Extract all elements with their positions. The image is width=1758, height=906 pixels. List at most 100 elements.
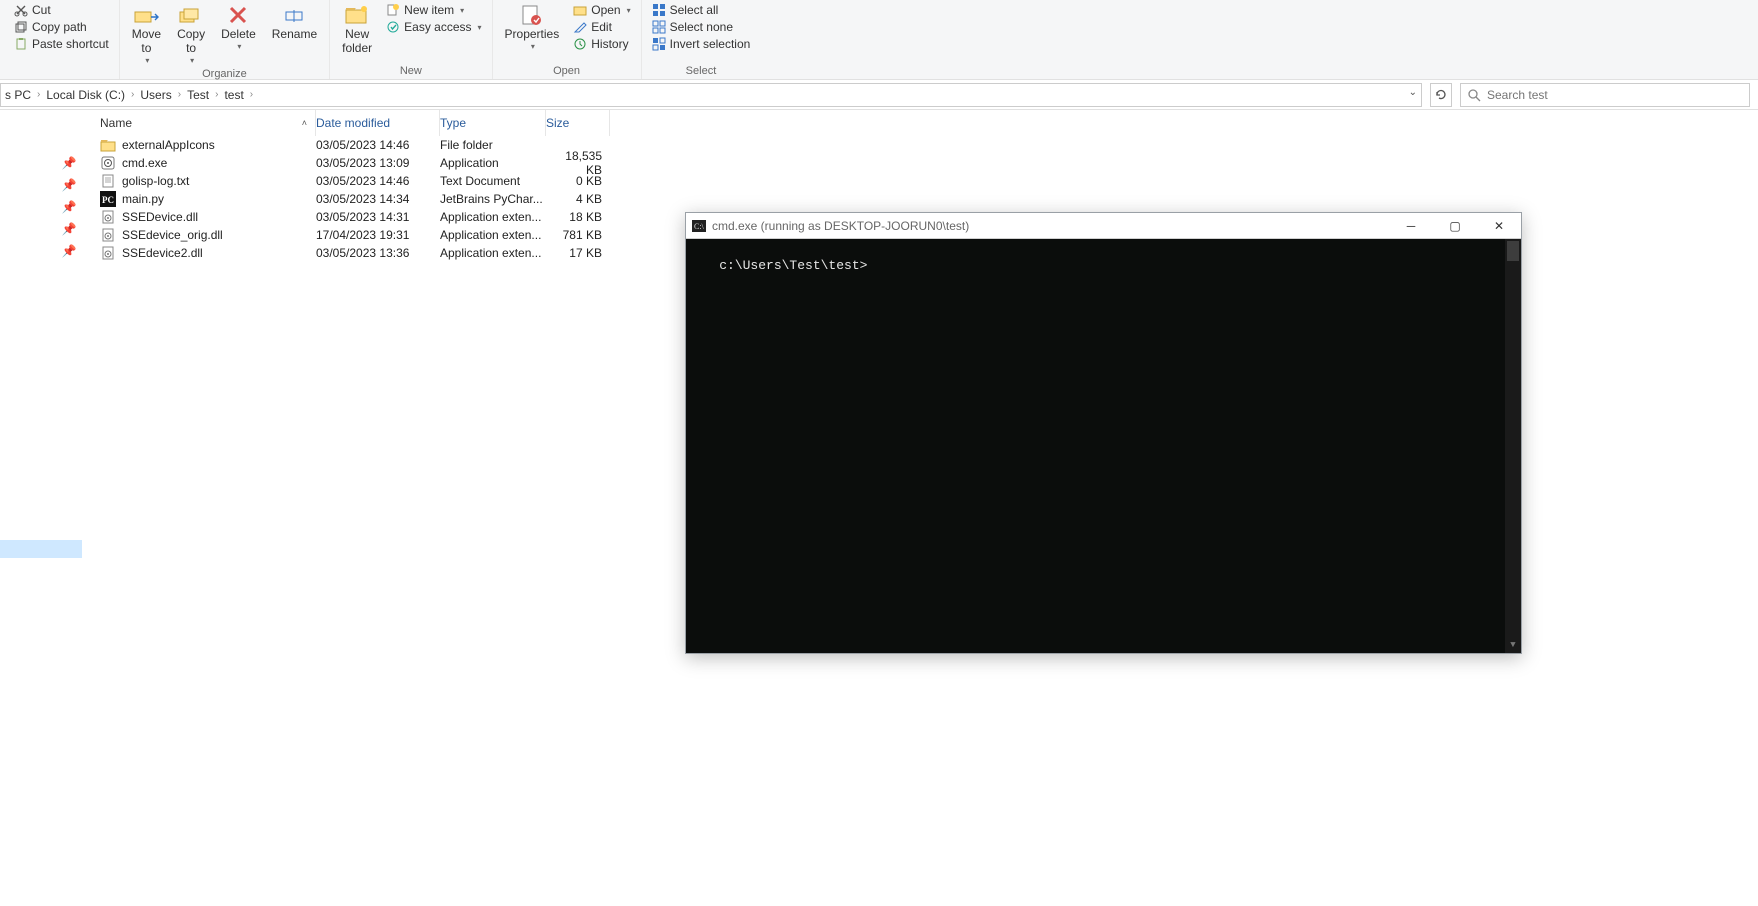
organize-group-label: Organize (202, 67, 247, 82)
invert-selection-label: Invert selection (670, 37, 751, 51)
cmd-titlebar[interactable]: C:\ cmd.exe (running as DESKTOP-JOORUN0\… (686, 213, 1521, 239)
new-folder-label: New folder (342, 27, 372, 55)
close-button[interactable]: ✕ (1477, 213, 1521, 239)
file-row[interactable]: golisp-log.txt03/05/2023 14:46Text Docum… (90, 172, 1758, 190)
ribbon-group-select: Select all Select none Invert selection … (641, 0, 761, 79)
chevron-down-icon: ▾ (478, 23, 482, 32)
new-item-button[interactable]: New item ▾ (382, 2, 485, 18)
chevron-right-icon: › (131, 89, 134, 100)
maximize-button[interactable]: ▢ (1433, 213, 1477, 239)
move-to-button[interactable]: Move to ▾ (126, 2, 167, 67)
breadcrumb-item[interactable]: Local Disk (C:)› (46, 88, 134, 102)
chevron-down-icon: ▾ (460, 6, 464, 15)
open-icon (573, 3, 587, 17)
scroll-thumb[interactable] (1507, 241, 1519, 261)
chevron-right-icon: › (178, 89, 181, 100)
cmd-window[interactable]: C:\ cmd.exe (running as DESKTOP-JOORUN0\… (685, 212, 1522, 654)
pin-icon: 📌 (62, 176, 76, 194)
file-row[interactable]: externalAppIcons03/05/2023 14:46File fol… (90, 136, 1758, 154)
cmd-window-controls: ─ ▢ ✕ (1389, 213, 1521, 239)
pin-icon: 📌 (62, 220, 76, 238)
file-date: 03/05/2023 14:46 (316, 174, 440, 188)
delete-button[interactable]: Delete ▾ (215, 2, 262, 53)
file-list-header: Name ˄ Date modified Type Size (90, 110, 1758, 136)
file-date: 17/04/2023 19:31 (316, 228, 440, 242)
rename-button[interactable]: Rename (266, 2, 323, 43)
edit-button[interactable]: Edit (569, 19, 634, 35)
select-all-button[interactable]: Select all (648, 2, 755, 18)
cmd-terminal[interactable]: c:\Users\Test\test> ▲ ▼ (686, 239, 1521, 653)
breadcrumb-dropdown[interactable]: ⌄ (1409, 87, 1417, 98)
ribbon-group-organize: Move to ▾ Copy to ▾ Delete ▾ (119, 0, 329, 79)
properties-label: Properties (505, 27, 560, 41)
column-header-label: Date modified (316, 116, 390, 130)
column-header-label: Type (440, 116, 466, 130)
copy-path-button[interactable]: Copy path (10, 19, 113, 35)
breadcrumb-label: test (224, 88, 243, 102)
paste-shortcut-button[interactable]: Paste shortcut (10, 36, 113, 52)
column-header-size[interactable]: Size (546, 110, 610, 136)
select-none-label: Select none (670, 20, 733, 34)
column-header-name[interactable]: Name ˄ (90, 110, 316, 136)
file-type: Application exten... (440, 246, 546, 260)
new-folder-button[interactable]: New folder (336, 2, 378, 57)
chevron-down-icon: ▾ (145, 56, 149, 65)
nav-selected-item[interactable] (0, 540, 82, 558)
breadcrumb-item[interactable]: test› (224, 88, 253, 102)
ribbon: Cut Copy path Paste shortcut (0, 0, 1758, 80)
invert-selection-button[interactable]: Invert selection (648, 36, 755, 52)
history-button[interactable]: History (569, 36, 634, 52)
breadcrumb[interactable]: s PC› Local Disk (C:)› Users› Test › test… (0, 83, 1422, 107)
history-icon (573, 37, 587, 51)
file-type: Application exten... (440, 228, 546, 242)
select-all-icon (652, 3, 666, 17)
refresh-icon (1434, 88, 1448, 102)
address-bar: s PC› Local Disk (C:)› Users› Test › test… (0, 80, 1758, 110)
properties-button[interactable]: Properties ▾ (499, 2, 566, 53)
breadcrumb-item[interactable]: s PC› (5, 88, 40, 102)
open-button[interactable]: Open ▾ (569, 2, 634, 18)
file-row[interactable]: cmd.exe03/05/2023 13:09Application18,535… (90, 154, 1758, 172)
chevron-right-icon: › (215, 89, 218, 100)
cut-icon (14, 3, 28, 17)
easy-access-button[interactable]: Easy access ▾ (382, 19, 485, 35)
file-size: 0 KB (546, 174, 610, 188)
delete-icon (227, 4, 249, 26)
history-label: History (591, 37, 628, 51)
cmd-icon: C:\ (692, 220, 706, 232)
file-icon (100, 155, 116, 171)
file-type: Text Document (440, 174, 546, 188)
select-group-label: Select (686, 64, 717, 79)
file-name: cmd.exe (122, 156, 167, 170)
select-all-label: Select all (670, 3, 719, 17)
new-group-label: New (400, 64, 422, 79)
cmd-scrollbar[interactable]: ▲ ▼ (1505, 239, 1521, 653)
file-name: externalAppIcons (122, 138, 215, 152)
file-date: 03/05/2023 14:34 (316, 192, 440, 206)
file-type: Application exten... (440, 210, 546, 224)
breadcrumb-item[interactable]: Users› (140, 88, 181, 102)
file-icon (100, 173, 116, 189)
column-header-date[interactable]: Date modified (316, 110, 440, 136)
search-input[interactable] (1487, 88, 1743, 102)
select-none-button[interactable]: Select none (648, 19, 755, 35)
scroll-down-icon[interactable]: ▼ (1505, 637, 1521, 653)
breadcrumb-item[interactable]: Test › (187, 88, 218, 102)
copy-to-button[interactable]: Copy to ▾ (171, 2, 211, 67)
cmd-prompt: c:\Users\Test\test> (719, 258, 867, 273)
svg-text:C:\: C:\ (694, 222, 705, 231)
chevron-down-icon: ▾ (531, 42, 535, 51)
rename-icon (283, 4, 305, 26)
breadcrumb-label: Test (187, 88, 209, 102)
search-box[interactable] (1460, 83, 1750, 107)
file-row[interactable]: PCmain.py03/05/2023 14:34JetBrains PyCha… (90, 190, 1758, 208)
file-icon (100, 245, 116, 261)
sort-ascending-icon: ˄ (302, 118, 315, 128)
open-group-label: Open (553, 64, 580, 79)
column-header-type[interactable]: Type (440, 110, 546, 136)
minimize-button[interactable]: ─ (1389, 213, 1433, 239)
cut-button[interactable]: Cut (10, 2, 113, 18)
refresh-button[interactable] (1430, 83, 1452, 107)
invert-selection-icon (652, 37, 666, 51)
nav-pane: 📌 📌 📌 📌 📌 (0, 110, 90, 906)
